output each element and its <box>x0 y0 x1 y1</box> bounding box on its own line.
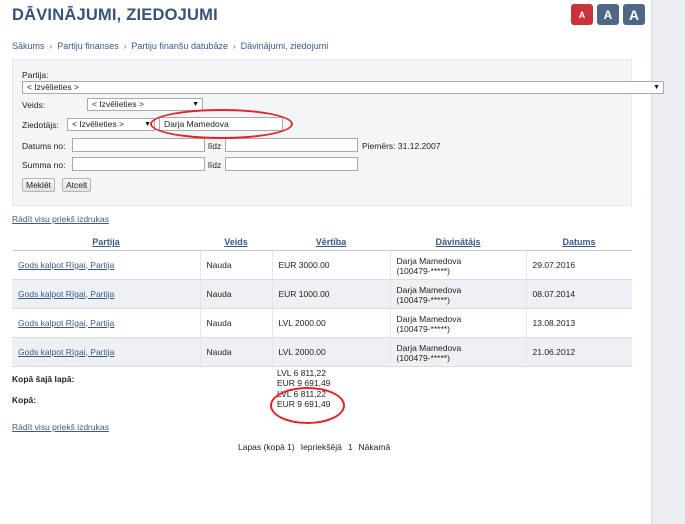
date-to-input[interactable] <box>225 138 358 152</box>
type-select[interactable]: < Izvēlieties > ▼ <box>87 98 203 111</box>
right-side-panel-edge <box>651 0 652 524</box>
pager-next[interactable]: Nākamā <box>359 442 391 452</box>
type-cell: Nauda <box>200 308 273 338</box>
dropdown-arrow-icon: ▼ <box>192 101 199 108</box>
font-size-medium-button[interactable]: A <box>597 4 619 25</box>
donor-id: (100479-*****) <box>396 352 450 363</box>
party-link[interactable]: Gods kalpot Rīgai, Partija <box>18 347 114 357</box>
value-cell: LVL 2000.00 <box>272 308 391 338</box>
search-form: Partija: < Izvēlieties > ▼ Veids: < Izvē… <box>12 59 664 206</box>
donor-cell: Darja Mamedova (100479-*****) <box>390 337 527 367</box>
donor-name: Darja Mamedova <box>396 284 462 295</box>
breadcrumb-separator-icon: › <box>232 41 236 51</box>
sum-from-label: Summa no: <box>22 160 66 170</box>
font-size-large-button[interactable]: A <box>623 4 645 25</box>
donor-id: (100479-*****) <box>396 294 450 305</box>
date-from-label: Datums no: <box>22 141 66 151</box>
party-cell: Gods kalpot Rīgai, Partija <box>12 279 201 309</box>
party-link[interactable]: Gods kalpot Rīgai, Partija <box>18 260 114 270</box>
column-header-type[interactable]: Veids <box>200 235 272 251</box>
table-row: Gods kalpot Rīgai, Partija Nauda EUR 300… <box>12 250 632 280</box>
donor-select[interactable]: < Izvēlieties > ▼ <box>67 118 155 131</box>
party-select[interactable]: < Izvēlieties > ▼ <box>22 81 664 94</box>
donor-label: Ziedotājs: <box>22 120 59 130</box>
print-view-link-bottom[interactable]: Rādīt visu priekš izdrukas <box>12 422 109 432</box>
page-total-label: Kopā šajā lapā: <box>12 374 75 384</box>
party-label: Partija: <box>22 70 49 80</box>
donor-id: (100479-*****) <box>396 265 450 276</box>
breadcrumb: Sākums › Partiju finanses › Partiju fina… <box>12 41 328 51</box>
column-header-value[interactable]: Vērtība <box>272 235 390 251</box>
donor-id: (100479-*****) <box>396 323 450 334</box>
donor-select-value: < Izvēlieties > <box>72 119 124 129</box>
breadcrumb-separator-icon: › <box>49 41 53 51</box>
sum-to-input[interactable] <box>225 157 358 171</box>
date-example-hint: Piemērs: 31.12.2007 <box>362 141 441 151</box>
donor-cell: Darja Mamedova (100479-*****) <box>390 308 527 338</box>
date-cell: 13.08.2013 <box>526 308 632 338</box>
breadcrumb-current: Dāvinājumi, ziedojumi <box>240 41 329 51</box>
date-cell: 08.07.2014 <box>526 279 632 309</box>
date-cell: 21.06.2012 <box>526 337 632 367</box>
donor-highlight-circle <box>150 109 293 139</box>
party-select-value: < Izvēlieties > <box>27 82 79 92</box>
column-header-donor[interactable]: Dāvinātājs <box>390 235 526 251</box>
type-select-value: < Izvēlieties > <box>92 99 144 109</box>
sum-to-label: līdz <box>208 160 222 170</box>
column-header-party[interactable]: Partija <box>12 235 200 251</box>
pager-total-pages: Lapas (kopā 1) <box>238 442 295 452</box>
party-cell: Gods kalpot Rīgai, Partija <box>12 308 201 338</box>
type-cell: Nauda <box>200 250 273 280</box>
value-cell: EUR 1000.00 <box>272 279 391 309</box>
dropdown-arrow-icon: ▼ <box>653 84 660 91</box>
page-title: DĀVINĀJUMI, ZIEDOJUMI <box>12 6 218 24</box>
donor-name: Darja Mamedova <box>396 255 462 266</box>
table-row: Gods kalpot Rīgai, Partija Nauda LVL 200… <box>12 308 632 338</box>
donor-name: Darja Mamedova <box>396 342 462 353</box>
pagination: Lapas (kopā 1) Iepriekšējā 1 Nākamā <box>238 442 390 452</box>
breadcrumb-party-finance[interactable]: Partiju finanses <box>57 41 119 51</box>
party-cell: Gods kalpot Rīgai, Partija <box>12 250 201 280</box>
pager-current-page[interactable]: 1 <box>348 442 353 452</box>
donor-cell: Darja Mamedova (100479-*****) <box>390 250 527 280</box>
value-cell: LVL 2000.00 <box>272 337 391 367</box>
cancel-button[interactable]: Atcelt <box>62 178 92 192</box>
breadcrumb-finance-database[interactable]: Partiju finanšu datubāze <box>131 41 228 51</box>
grand-total-label: Kopā: <box>12 395 37 405</box>
type-label: Veids: <box>22 100 46 110</box>
table-row: Gods kalpot Rīgai, Partija Nauda LVL 200… <box>12 337 632 367</box>
party-link[interactable]: Gods kalpot Rīgai, Partija <box>18 318 114 328</box>
type-cell: Nauda <box>200 337 273 367</box>
font-size-small-button[interactable]: A <box>571 4 593 25</box>
sum-from-input[interactable] <box>72 157 205 171</box>
page-total-lvl: LVL 6 811,22 <box>277 368 326 378</box>
type-cell: Nauda <box>200 279 273 309</box>
date-from-input[interactable] <box>72 138 205 152</box>
breadcrumb-separator-icon: › <box>123 41 127 51</box>
date-cell: 29.07.2016 <box>526 250 632 280</box>
party-link[interactable]: Gods kalpot Rīgai, Partija <box>18 289 114 299</box>
table-header-row: Partija Veids Vērtība Dāvinātājs Datums <box>12 235 632 251</box>
table-row: Gods kalpot Rīgai, Partija Nauda EUR 100… <box>12 279 632 309</box>
donations-table: Partija Veids Vērtība Dāvinātājs Datums … <box>12 235 632 367</box>
right-side-panel <box>651 0 685 524</box>
total-highlight-circle <box>270 387 345 424</box>
party-cell: Gods kalpot Rīgai, Partija <box>12 337 201 367</box>
search-button[interactable]: Meklēt <box>22 178 56 192</box>
value-cell: EUR 3000.00 <box>272 250 391 280</box>
column-header-date[interactable]: Datums <box>526 235 632 251</box>
donor-name: Darja Mamedova <box>396 313 462 324</box>
page-total-values: LVL 6 811,22 EUR 9 691,49 <box>277 368 330 388</box>
font-size-controls: A A A <box>571 4 645 25</box>
breadcrumb-home[interactable]: Sākums <box>12 41 45 51</box>
pager-previous[interactable]: Iepriekšējā <box>301 442 342 452</box>
date-to-label: līdz <box>208 141 222 151</box>
print-view-link-top[interactable]: Rādīt visu priekš izdrukas <box>12 214 109 224</box>
donor-cell: Darja Mamedova (100479-*****) <box>390 279 527 309</box>
